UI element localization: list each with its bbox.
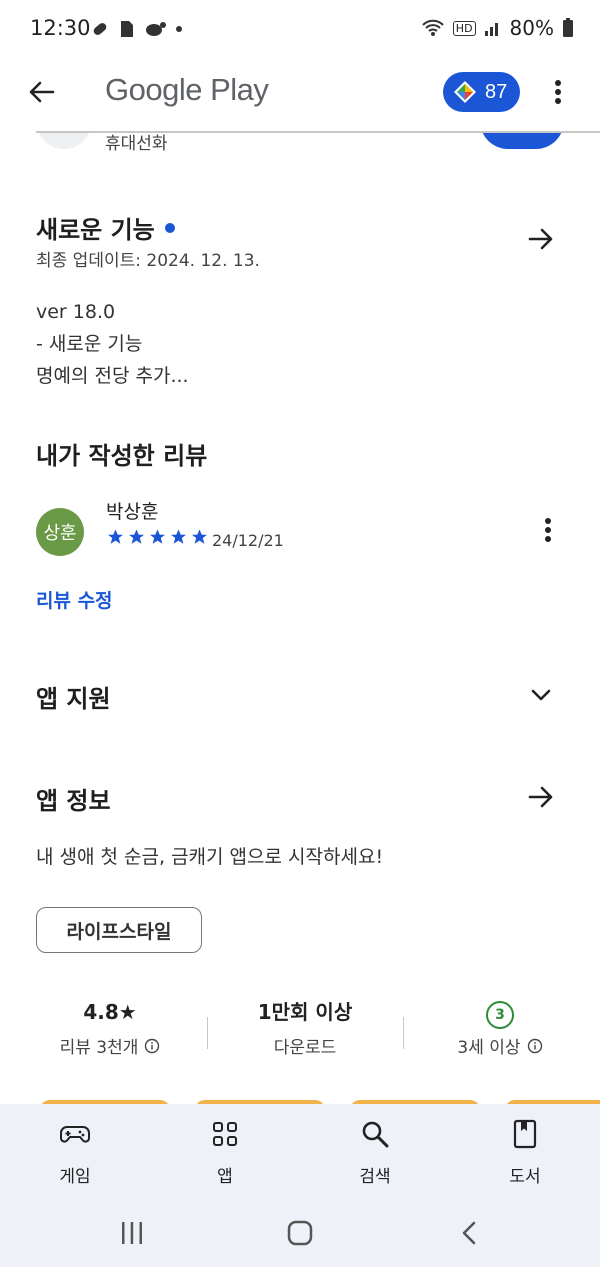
star-icon (171, 529, 186, 544)
review-count: 리뷰 3천개 (59, 1038, 139, 1058)
gamepad-icon (59, 1126, 91, 1143)
age-rating-badge-row: 3 (400, 995, 600, 1029)
downloads-stat: 1만회 이상 다운로드 (205, 995, 405, 1058)
age-rating-stat[interactable]: 3 3세 이상 (400, 995, 600, 1058)
app-bar: Google Play 87 (0, 60, 600, 130)
back-arrow-icon[interactable] (24, 74, 60, 110)
app-description: 내 생애 첫 순금, 금캐기 앱으로 시작하세요! (36, 846, 384, 868)
reviewer-name: 박상훈 (106, 501, 159, 523)
more-options-icon[interactable] (548, 76, 568, 108)
rating-stat[interactable]: 4.8★ 리뷰 3천개 (10, 995, 210, 1058)
rating-value: 4.8★ (83, 1000, 137, 1024)
app-header-row: 휴대선화 (0, 133, 600, 163)
back-nav-icon[interactable] (456, 1219, 484, 1247)
recent-apps-icon[interactable] (118, 1220, 146, 1246)
wifi-icon (422, 19, 444, 36)
age-label-row: 3세 이상 (400, 1033, 600, 1058)
downloads-label: 다운로드 (273, 1038, 337, 1058)
my-review-title: 내가 작성한 리뷰 (36, 442, 208, 470)
review-date: 24/12/21 (212, 531, 284, 550)
rating-label-row: 리뷰 3천개 (10, 1033, 210, 1058)
release-note-line: 명예의 전당 추가... (36, 365, 189, 387)
app-info-arrow-icon[interactable] (523, 779, 559, 815)
apps-grid-icon (213, 1122, 237, 1146)
signal-icon (484, 23, 498, 36)
whats-new-arrow-icon[interactable] (523, 221, 559, 257)
points-value: 87 (485, 80, 508, 103)
app-stats: 4.8★ 리뷰 3천개 1만회 이상 다운로드 3 3세 이상 (0, 995, 600, 1075)
chat-notification-icon (146, 22, 166, 36)
play-points-badge[interactable]: 87 (443, 72, 520, 112)
home-icon[interactable] (286, 1219, 314, 1247)
downloads-value: 1만회 이상 (257, 1000, 353, 1024)
more-notifications-dot (176, 26, 182, 32)
star-icon (192, 529, 207, 544)
battery-icon (563, 18, 573, 37)
play-points-icon (454, 81, 476, 103)
release-note-line: - 새로운 기능 (36, 333, 143, 355)
pill-notification-icon (93, 23, 107, 35)
nav-item-apps[interactable]: 앱 (165, 1118, 285, 1187)
release-note-line: ver 18.0 (36, 301, 116, 323)
star-icon (108, 529, 123, 544)
status-time: 12:30 (30, 16, 91, 40)
app-icon (36, 133, 92, 149)
age-rating-badge: 3 (486, 1001, 514, 1029)
book-icon (513, 1119, 537, 1149)
nav-item-search[interactable]: 검색 (315, 1118, 435, 1187)
app-support-title[interactable]: 앱 지원 (36, 679, 111, 714)
release-notes: ver 18.0 - 새로운 기능 명예의 전당 추가... (36, 296, 189, 392)
whats-new-title-text: 새로운 기능 (36, 216, 155, 244)
chevron-down-icon[interactable] (523, 677, 559, 713)
new-indicator-dot (164, 223, 175, 233)
last-updated: 최종 업데이트: 2024. 12. 13. (36, 251, 260, 271)
nav-item-games[interactable]: 게임 (15, 1118, 135, 1187)
search-icon (362, 1121, 389, 1148)
hd-badge: HD (452, 20, 476, 36)
nav-item-books[interactable]: 도서 (465, 1118, 585, 1187)
battery-percent: 80% (509, 16, 554, 40)
status-right: HD 80% (421, 16, 574, 40)
app-category-text: 휴대선화 (105, 134, 168, 154)
age-rating-label: 3세 이상 (457, 1038, 521, 1058)
nav-label: 게임 (59, 1167, 91, 1187)
whats-new-title[interactable]: 새로운 기능 (36, 210, 175, 245)
app-info-title[interactable]: 앱 정보 (36, 781, 111, 816)
star-icon (129, 529, 144, 544)
review-more-options-icon[interactable] (538, 514, 558, 546)
avatar: 상훈 (36, 508, 84, 556)
edit-review-link[interactable]: 리뷰 수정 (36, 586, 113, 613)
star-rating (106, 528, 209, 546)
nav-label: 앱 (217, 1167, 233, 1187)
info-icon (145, 1038, 160, 1053)
page-title: Google Play (105, 72, 269, 107)
nav-label: 검색 (359, 1167, 391, 1187)
system-nav-bar (0, 1200, 600, 1267)
notification-icons (90, 19, 182, 39)
category-chip[interactable]: 라이프스타일 (36, 907, 202, 953)
install-button[interactable] (480, 133, 564, 149)
nav-label: 도서 (509, 1167, 541, 1187)
bottom-nav: 게임 앱 검색 도서 (0, 1104, 600, 1200)
star-icon (150, 529, 165, 544)
document-notification-icon (121, 21, 133, 37)
info-icon (527, 1038, 542, 1053)
status-bar: 12:30 HD 80% (0, 0, 600, 60)
